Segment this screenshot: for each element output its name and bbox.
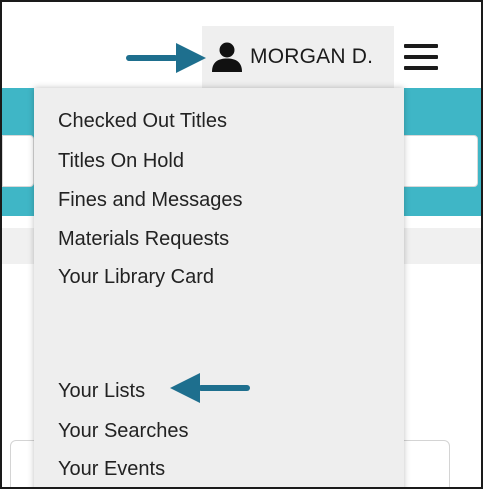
- menu-item-your-events[interactable]: Your Events: [58, 458, 165, 481]
- account-menu-button[interactable]: MORGAN D.: [202, 26, 394, 88]
- hamburger-menu-icon[interactable]: [404, 42, 438, 72]
- screenshot-frame: MORGAN D. Checked Out Titles Titles On H…: [0, 0, 483, 489]
- menu-item-fines-and-messages[interactable]: Fines and Messages: [58, 189, 243, 212]
- arrow-right-icon: [126, 43, 206, 73]
- user-icon: [212, 42, 242, 72]
- arrow-left-icon: [170, 373, 250, 403]
- search-field-edge[interactable]: [2, 135, 34, 187]
- menu-item-your-searches[interactable]: Your Searches: [58, 420, 188, 443]
- menu-item-checked-out-titles[interactable]: Checked Out Titles: [58, 110, 227, 133]
- menu-item-your-library-card[interactable]: Your Library Card: [58, 266, 214, 289]
- menu-item-materials-requests[interactable]: Materials Requests: [58, 228, 229, 251]
- hamburger-bar: [404, 66, 438, 70]
- account-dropdown-menu: Checked Out Titles Titles On Hold Fines …: [34, 88, 404, 487]
- account-user-name: MORGAN D.: [250, 45, 374, 68]
- menu-item-your-lists[interactable]: Your Lists: [58, 380, 145, 403]
- hamburger-bar: [404, 55, 438, 59]
- hamburger-bar: [404, 44, 438, 48]
- menu-item-titles-on-hold[interactable]: Titles On Hold: [58, 150, 184, 173]
